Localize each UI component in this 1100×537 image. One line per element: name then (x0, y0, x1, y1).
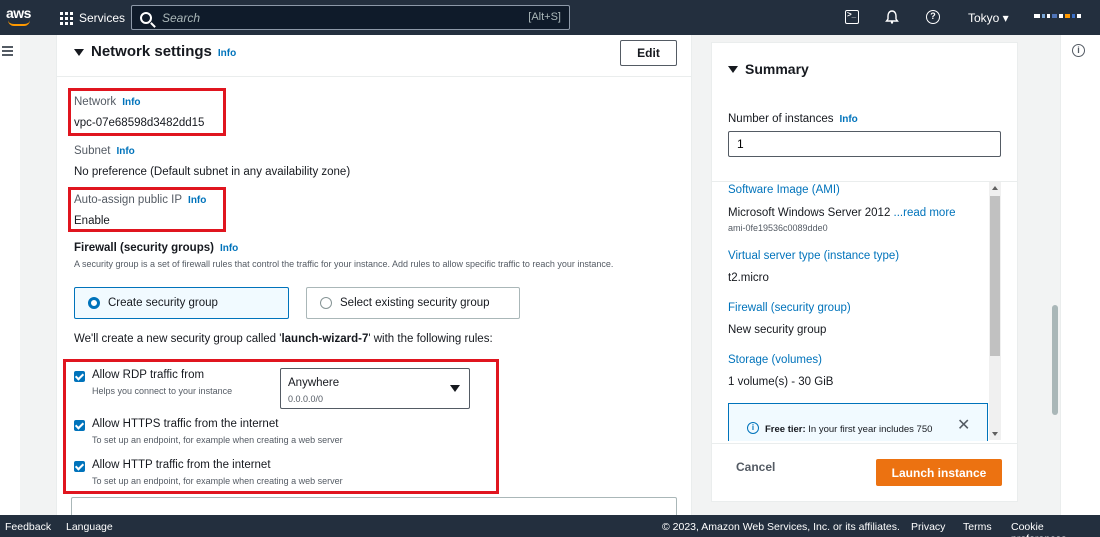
free-tier-alert: i Free tier: In your first year includes… (728, 403, 988, 441)
firewall-link[interactable]: Firewall (security group) (728, 302, 851, 314)
summary-actions: Cancel Launch instance (712, 443, 1017, 501)
sg-name: launch-wizard-7 (281, 333, 369, 345)
ami-value-text: Microsoft Windows Server 2012 (728, 207, 894, 219)
cancel-button[interactable]: Cancel (736, 460, 775, 474)
summary-details: Software Image (AMI) Microsoft Windows S… (712, 181, 1017, 441)
copyright-text: © 2023, Amazon Web Services, Inc. or its… (662, 521, 900, 533)
services-menu[interactable]: Services (60, 10, 125, 26)
launch-instance-button[interactable]: Launch instance (876, 459, 1002, 486)
aws-logo[interactable]: aws (6, 6, 34, 28)
summary-panel: Summary Number of instances Info Software… (711, 42, 1018, 502)
network-settings-card: Network settings Info Edit Network Info vp… (56, 35, 692, 515)
firewall-title: Firewall (security groups) Info (74, 242, 238, 254)
ami-value: Microsoft Windows Server 2012 ...read mo… (728, 207, 956, 219)
edit-button[interactable]: Edit (620, 40, 677, 66)
subnet-info-link[interactable]: Info (116, 146, 134, 157)
rules-highlight-box (63, 359, 499, 494)
help-icon[interactable]: ? (926, 10, 940, 24)
summary-collapse-caret-icon[interactable] (728, 66, 738, 73)
public-ip-highlight-box (68, 187, 226, 232)
cloudshell-icon[interactable] (845, 10, 859, 24)
page-title: Network settings Info (91, 43, 236, 60)
account-color-segment (1059, 14, 1063, 18)
select-existing-security-group-label: Select existing security group (340, 297, 490, 309)
services-label: Services (79, 11, 126, 25)
top-navigation: aws Services [Alt+S] ? Tokyo ▾ (0, 0, 1100, 35)
sg-note-suffix: ' with the following rules: (368, 333, 493, 345)
info-link[interactable]: Info (218, 48, 236, 59)
radio-unselected-icon (320, 297, 332, 309)
ami-id: ami-0fe19536c0089dde0 (728, 223, 828, 233)
sg-note-prefix: We'll create a new security group called… (74, 333, 282, 345)
page-scrollbar[interactable] (1050, 35, 1060, 515)
create-security-group-option[interactable]: Create security group (74, 287, 289, 319)
free-tier-text: Free tier: In your first year includes 7… (765, 424, 932, 435)
subnet-label: Subnet Info (74, 145, 135, 157)
left-panel (0, 35, 20, 515)
cookie-preferences-link[interactable]: Cookie preferences (1011, 521, 1100, 537)
select-existing-security-group-option[interactable]: Select existing security group (306, 287, 520, 319)
right-panel: i (1060, 35, 1100, 515)
collapse-caret-icon[interactable] (74, 49, 84, 56)
read-more-link[interactable]: ...read more (894, 207, 956, 219)
firewall-value: New security group (728, 324, 827, 336)
account-color-segment (1042, 14, 1045, 18)
additional-settings-box (71, 497, 677, 515)
scroll-thumb[interactable] (990, 196, 1000, 356)
radio-selected-icon (88, 297, 100, 309)
firewall-description: A security group is a set of firewall ru… (74, 259, 614, 269)
subnet-label-text: Subnet (74, 145, 111, 157)
instances-label: Number of instances Info (728, 113, 858, 125)
storage-value: 1 volume(s) - 30 GiB (728, 376, 834, 388)
card-header: Network settings Info Edit (57, 35, 691, 77)
scroll-down-icon[interactable] (992, 432, 998, 436)
region-selector[interactable]: Tokyo ▾ (968, 11, 1009, 25)
language-link[interactable]: Language (66, 521, 113, 533)
account-color-segment (1072, 14, 1075, 18)
security-group-note: We'll create a new security group called… (74, 333, 493, 345)
account-color-segment (1052, 14, 1057, 18)
instance-type-value: t2.micro (728, 272, 769, 284)
free-tier-bold: Free tier: (765, 424, 806, 435)
account-color-segment (1047, 14, 1050, 18)
info-icon: i (747, 422, 759, 434)
instances-input[interactable] (728, 131, 1001, 157)
account-menu[interactable] (1034, 14, 1081, 18)
subnet-value: No preference (Default subnet in any ava… (74, 166, 351, 178)
aws-logo-text: aws (6, 5, 31, 21)
firewall-title-text: Firewall (security groups) (74, 242, 214, 254)
scroll-up-icon[interactable] (992, 186, 998, 190)
footer: Feedback Language © 2023, Amazon Web Ser… (0, 515, 1100, 537)
search-icon (140, 11, 152, 24)
hamburger-menu-icon[interactable] (2, 46, 13, 56)
instances-label-text: Number of instances (728, 113, 834, 125)
summary-title: Summary (745, 61, 809, 77)
firewall-info-link[interactable]: Info (220, 243, 238, 254)
terms-link[interactable]: Terms (963, 521, 992, 533)
grid-icon (60, 11, 73, 25)
instance-type-link[interactable]: Virtual server type (instance type) (728, 250, 899, 262)
close-icon[interactable]: ✕ (957, 418, 970, 434)
bell-icon[interactable] (885, 10, 899, 24)
aws-smile-icon (8, 20, 30, 26)
account-color-segment (1065, 14, 1070, 18)
free-tier-body: In your first year includes 750 (805, 424, 933, 435)
search-input[interactable] (162, 10, 522, 25)
network-settings-title: Network settings (91, 43, 212, 60)
instances-info-link[interactable]: Info (839, 114, 857, 125)
page-scroll-thumb[interactable] (1052, 305, 1058, 415)
storage-link[interactable]: Storage (volumes) (728, 354, 822, 366)
network-highlight-box (68, 88, 226, 136)
account-color-segment (1034, 14, 1040, 18)
account-color-segment (1077, 14, 1081, 18)
search-bar[interactable]: [Alt+S] (131, 5, 570, 30)
privacy-link[interactable]: Privacy (911, 521, 945, 533)
search-shortcut: [Alt+S] (528, 11, 561, 23)
feedback-link[interactable]: Feedback (5, 521, 51, 533)
ami-link[interactable]: Software Image (AMI) (728, 184, 840, 196)
info-panel-icon[interactable]: i (1072, 44, 1085, 57)
summary-scrollbar[interactable] (989, 182, 1001, 440)
create-security-group-label: Create security group (108, 297, 218, 309)
